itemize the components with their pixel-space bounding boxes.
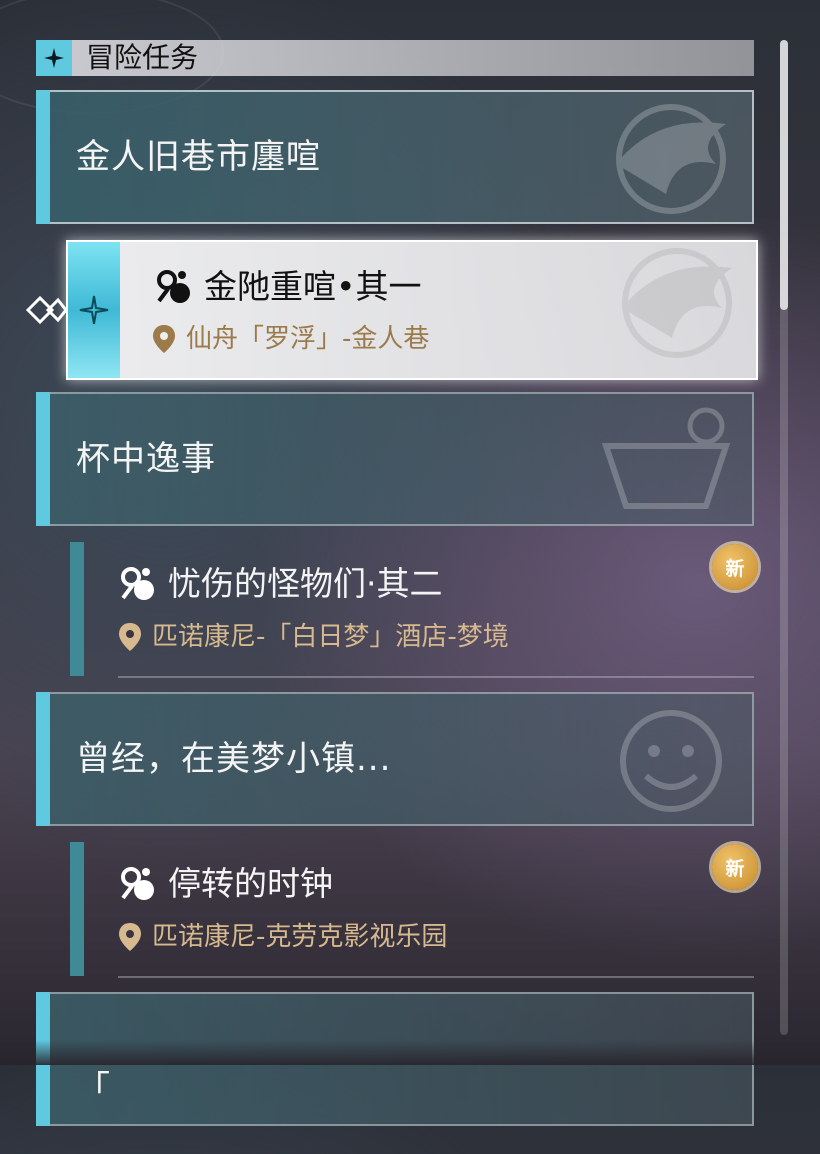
category-accent-bar xyxy=(36,692,50,826)
cup-emblem-icon xyxy=(601,407,731,509)
sparkle-icon xyxy=(36,40,72,76)
quest-category-dreamtown[interactable]: 曾经，在美梦小镇... xyxy=(36,692,754,826)
adventure-quest-icon xyxy=(121,567,154,600)
bird-emblem-icon xyxy=(616,104,726,214)
quest-item[interactable]: 停转的时钟 匹诺康尼-克劳克影视乐园 新 xyxy=(36,828,758,978)
quest-category-cup[interactable]: 杯中逸事 xyxy=(36,392,754,526)
scrollbar[interactable] xyxy=(780,40,788,1035)
category-title: 曾经，在美梦小镇... xyxy=(76,739,392,779)
location-pin-icon xyxy=(119,623,141,651)
new-badge-label: 新 xyxy=(712,844,758,890)
smiley-emblem-icon xyxy=(620,710,722,812)
category-title: 金人旧巷市廛喧 xyxy=(76,137,321,177)
quest-title: 忧伤的怪物们·其二 xyxy=(118,564,443,604)
adventure-quest-icon xyxy=(121,867,154,900)
quest-accent-bar xyxy=(70,842,84,976)
section-header: 冒险任务 xyxy=(36,40,754,76)
location-pin-icon xyxy=(153,325,175,353)
category-title: 杯中逸事 xyxy=(76,439,216,479)
quest-title-text: 忧伤的怪物们·其二 xyxy=(168,564,443,603)
bird-emblem-icon xyxy=(622,248,732,358)
section-title: 冒险任务 xyxy=(86,41,199,74)
bottom-fade xyxy=(0,1040,820,1065)
quest-title-text: 停转的时钟 xyxy=(168,864,333,903)
selection-pointer-icon xyxy=(26,295,66,325)
quest-location-text: 匹诺康尼-「白日梦」酒店-梦境 xyxy=(152,622,509,652)
category-accent-bar xyxy=(36,90,50,224)
crystal-icon xyxy=(68,242,120,378)
divider xyxy=(118,976,754,978)
new-badge: 新 xyxy=(708,540,762,594)
adventure-quest-icon xyxy=(157,270,190,303)
quest-title: 停转的时钟 xyxy=(118,864,333,904)
quest-category-jinren[interactable]: 金人旧巷市廛喧 xyxy=(36,90,754,224)
quest-location-text: 仙舟「罗浮」-金人巷 xyxy=(186,324,430,354)
divider xyxy=(118,676,754,678)
location-pin-icon xyxy=(119,923,141,951)
quest-location: 匹诺康尼-「白日梦」酒店-梦境 xyxy=(118,620,509,654)
quest-title-text: 金阤重喧•其一 xyxy=(204,267,422,306)
quest-location: 匹诺康尼-克劳克影视乐园 xyxy=(118,920,447,954)
category-accent-bar xyxy=(36,392,50,526)
new-badge: 新 xyxy=(708,840,762,894)
quest-accent-bar xyxy=(70,542,84,676)
quest-item-selected[interactable]: 金阤重喧•其一 仙舟「罗浮」-金人巷 xyxy=(66,240,758,380)
quest-item[interactable]: 忧伤的怪物们·其二 匹诺康尼-「白日梦」酒店-梦境 新 xyxy=(36,528,758,678)
quest-title: 金阤重喧•其一 xyxy=(154,266,421,308)
new-badge-label: 新 xyxy=(712,544,758,590)
quest-location-text: 匹诺康尼-克劳克影视乐园 xyxy=(152,922,448,952)
quest-location: 仙舟「罗浮」-金人巷 xyxy=(152,322,429,356)
scrollbar-thumb[interactable] xyxy=(780,40,788,310)
